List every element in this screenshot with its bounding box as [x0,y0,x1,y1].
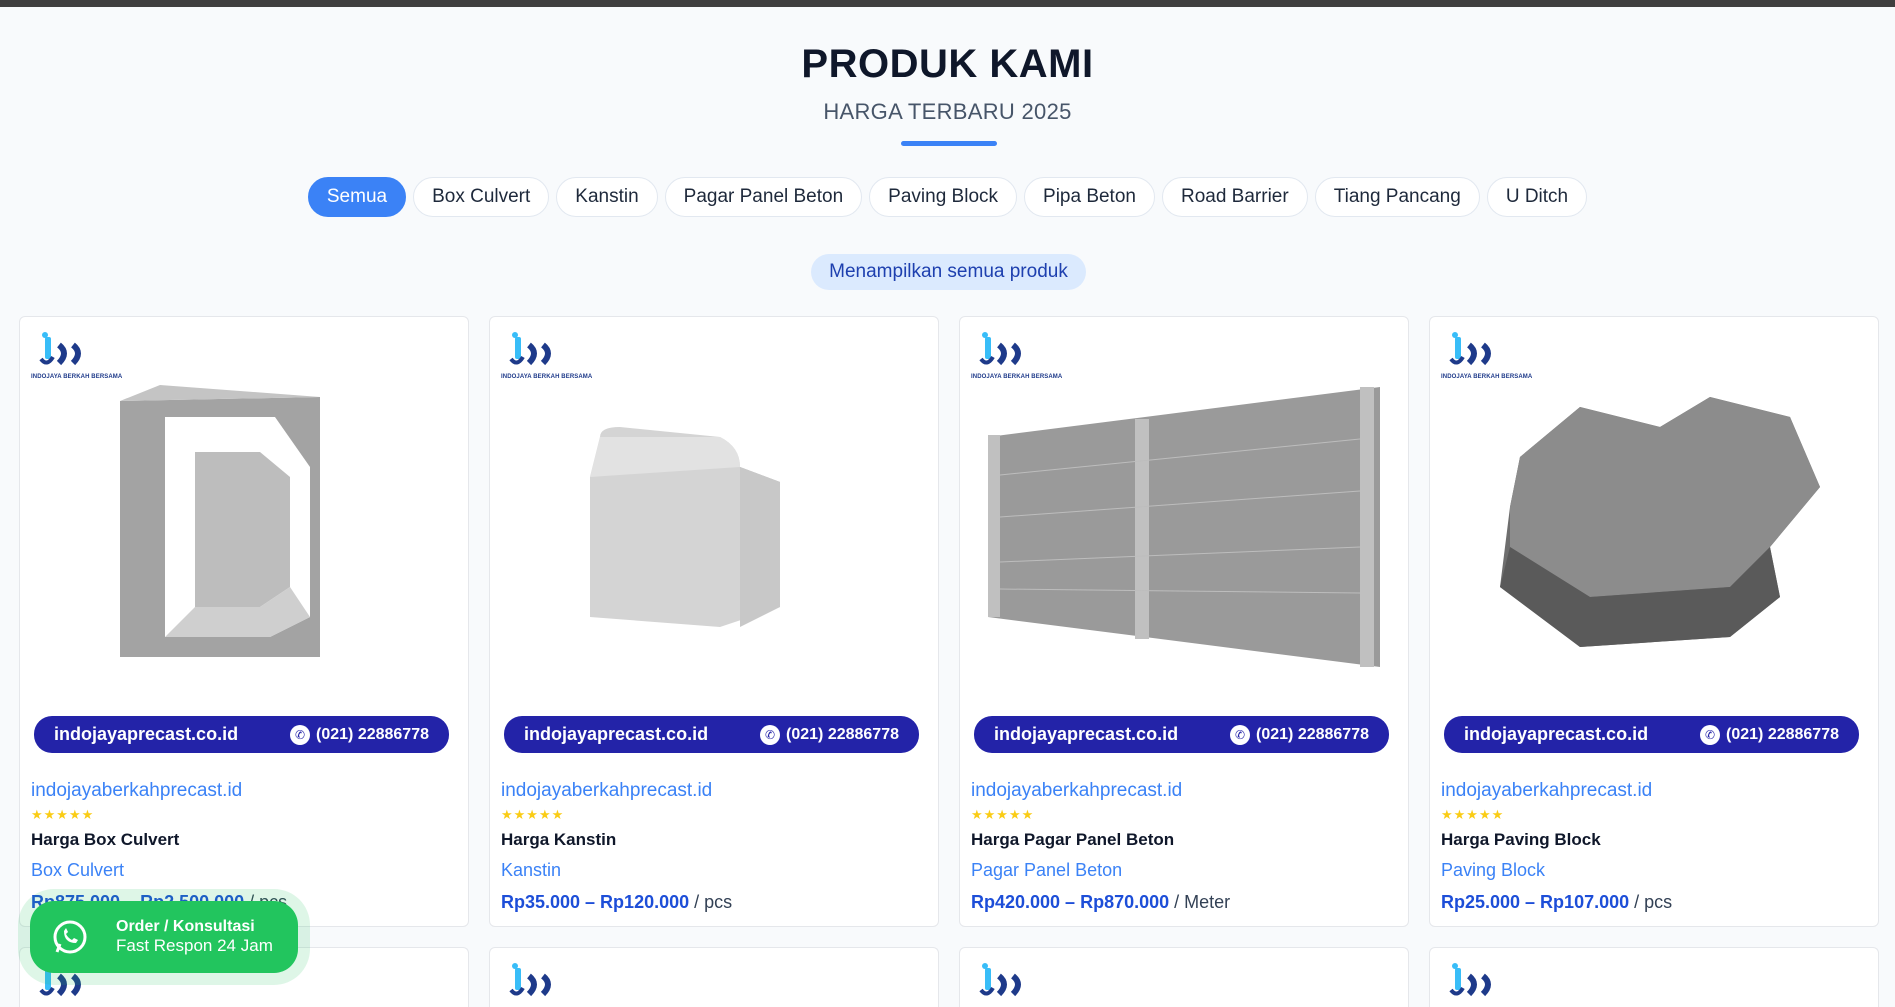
product-card-pagar-panel-beton[interactable]: INDOJAYA BERKAH BERSAMA indojayaprecast.… [959,316,1409,927]
product-card-kanstin[interactable]: INDOJAYA BERKAH BERSAMA indojayaprecast.… [489,316,939,927]
filter-u-ditch[interactable]: U Ditch [1486,177,1588,217]
brand-logo-icon [509,963,551,997]
banner-phone-number: (021) 22886778 [1256,725,1369,743]
price-range: Rp25.000 – Rp107.000 [1441,892,1630,912]
product-name[interactable]: Harga Pagar Panel Beton [971,830,1174,850]
banner-phone: ✆ (021) 22886778 [1230,724,1369,745]
product-price: Rp420.000 – Rp870.000 / Meter [971,892,1230,913]
banner-phone: ✆ (021) 22886778 [290,724,429,745]
contact-banner: indojayaprecast.co.id ✆ (021) 22886778 [1444,716,1859,753]
rating-stars: ★★★★★ [501,807,565,822]
filter-box-culvert[interactable]: Box Culvert [413,177,550,217]
price-unit: / Meter [1174,892,1231,912]
whatsapp-icon [53,920,87,954]
banner-phone-number: (021) 22886778 [786,725,899,743]
banner-phone-number: (021) 22886778 [1726,725,1839,743]
phone-icon: ✆ [760,724,781,745]
filter-road-barrier[interactable]: Road Barrier [1161,177,1308,217]
product-name[interactable]: Harga Box Culvert [31,830,179,850]
banner-site: indojayaprecast.co.id [994,724,1179,744]
product-card-partial[interactable] [1429,947,1879,1007]
contact-banner: indojayaprecast.co.id ✆ (021) 22886778 [504,716,919,753]
banner-phone-number: (021) 22886778 [316,725,429,743]
product-category[interactable]: Pagar Panel Beton [971,860,1122,881]
product-site-link[interactable]: indojayaberkahprecast.id [31,780,242,802]
product-site-link[interactable]: indojayaberkahprecast.id [1441,780,1652,802]
title-underline [901,141,997,146]
product-category[interactable]: Paving Block [1441,860,1545,881]
whatsapp-title: Order / Konsultasi [116,918,255,935]
price-unit: / pcs [694,892,733,912]
price-range: Rp35.000 – Rp120.000 [501,892,690,912]
price-unit: / pcs [1634,892,1673,912]
filter-pagar-panel-beton[interactable]: Pagar Panel Beton [664,177,863,217]
banner-site: indojayaprecast.co.id [1464,724,1649,744]
paving-block-image [1500,397,1820,647]
brand-logo-icon [1449,963,1491,997]
filter-pipa-beton[interactable]: Pipa Beton [1024,177,1155,217]
page-title: PRODUK KAMI [801,42,1094,86]
product-grid: INDOJAYA BERKAH BERSAMA indojayaprecast.… [19,316,1879,1007]
banner-phone: ✆ (021) 22886778 [1700,724,1839,745]
contact-banner: indojayaprecast.co.id ✆ (021) 22886778 [974,716,1389,753]
product-category[interactable]: Box Culvert [31,860,124,881]
box-culvert-image [120,385,320,657]
product-card-box-culvert[interactable]: INDOJAYA BERKAH BERSAMA indojayaprecast.… [19,316,469,927]
filter-info-badge: Menampilkan semua produk [811,254,1086,290]
product-name[interactable]: Harga Paving Block [1441,830,1601,850]
product-category[interactable]: Kanstin [501,860,561,881]
product-price: Rp25.000 – Rp107.000 / pcs [1441,892,1672,913]
product-card-partial[interactable] [489,947,939,1007]
rating-stars: ★★★★★ [971,807,1035,822]
product-card-paving-block[interactable]: INDOJAYA BERKAH BERSAMA indojayaprecast.… [1429,316,1879,927]
filter-semua[interactable]: Semua [307,177,407,217]
product-price: Rp35.000 – Rp120.000 / pcs [501,892,732,913]
banner-phone: ✆ (021) 22886778 [760,724,899,745]
product-name[interactable]: Harga Kanstin [501,830,616,850]
brand-logo-icon [979,963,1021,997]
filter-tiang-pancang[interactable]: Tiang Pancang [1314,177,1480,217]
banner-site: indojayaprecast.co.id [54,724,239,744]
whatsapp-subtitle: Fast Respon 24 Jam [116,936,273,955]
whatsapp-text: Order / Konsultasi Fast Respon 24 Jam [116,918,273,956]
phone-icon: ✆ [1230,724,1251,745]
rating-stars: ★★★★★ [31,807,95,822]
phone-icon: ✆ [1700,724,1721,745]
kanstin-image [590,427,780,627]
top-bar [0,0,1895,7]
rating-stars: ★★★★★ [1441,807,1505,822]
phone-icon: ✆ [290,724,311,745]
banner-site: indojayaprecast.co.id [524,724,709,744]
product-site-link[interactable]: indojayaberkahprecast.id [971,780,1182,802]
product-site-link[interactable]: indojayaberkahprecast.id [501,780,712,802]
page-subtitle: HARGA TERBARU 2025 [823,99,1072,124]
contact-banner: indojayaprecast.co.id ✆ (021) 22886778 [34,716,449,753]
price-range: Rp420.000 – Rp870.000 [971,892,1170,912]
product-card-partial[interactable] [959,947,1409,1007]
pagar-panel-beton-image [988,387,1380,667]
filter-kanstin[interactable]: Kanstin [556,177,658,217]
filter-paving-block[interactable]: Paving Block [869,177,1018,217]
category-filters: Semua Box Culvert Kanstin Pagar Panel Be… [0,177,1895,217]
whatsapp-order-button[interactable]: Order / Konsultasi Fast Respon 24 Jam [30,901,298,973]
